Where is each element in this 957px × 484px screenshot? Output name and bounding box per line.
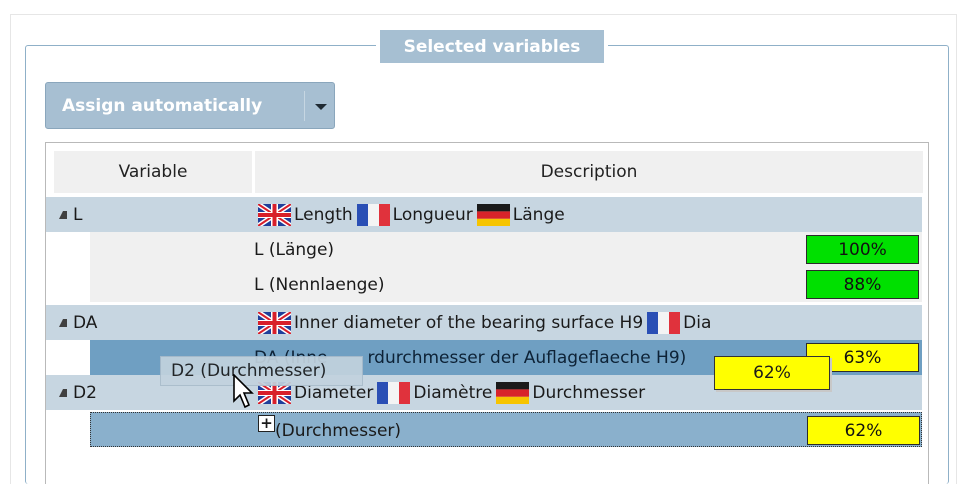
chevron-down-icon[interactable] bbox=[315, 104, 327, 110]
assignment-label: L (Nennlaenge) bbox=[254, 274, 385, 295]
table-row[interactable]: L (Länge) 100% bbox=[90, 232, 922, 267]
uk-flag-icon bbox=[258, 311, 291, 334]
assignment-label: (Durchmesser) bbox=[275, 420, 402, 441]
assign-button-label: Assign automatically bbox=[62, 96, 263, 116]
description-cell: Length Longueur Länge bbox=[254, 197, 565, 232]
fr-flag-icon bbox=[356, 203, 390, 226]
drag-ghost-label: D2 (Durchmesser) bbox=[160, 356, 363, 386]
drag-ghost-percent: 62% bbox=[714, 356, 830, 390]
table-row[interactable]: (Durchmesser) 62% bbox=[90, 412, 922, 447]
table-row[interactable]: DA Inner diameter of the bearing surface… bbox=[46, 305, 922, 340]
assignment-label: L (Länge) bbox=[254, 239, 335, 260]
drag-add-icon: + bbox=[258, 415, 275, 432]
variables-grid[interactable]: Variable Description L Length Longueur L… bbox=[45, 142, 929, 484]
de-flag-icon bbox=[496, 381, 530, 404]
match-percent-badge: 100% bbox=[806, 235, 919, 264]
table-row[interactable]: L Length Longueur Länge bbox=[46, 197, 922, 232]
fr-flag-icon bbox=[647, 311, 681, 334]
variable-name: D2 bbox=[73, 382, 97, 403]
assign-automatically-button[interactable]: Assign automatically bbox=[45, 82, 335, 129]
match-percent-badge: 62% bbox=[807, 416, 920, 445]
variable-name: DA bbox=[73, 312, 98, 333]
match-percent-badge: 88% bbox=[806, 270, 919, 299]
fr-flag-icon bbox=[377, 381, 411, 404]
expand-collapse-icon[interactable] bbox=[59, 211, 67, 219]
column-header-variable[interactable]: Variable bbox=[54, 151, 252, 193]
de-flag-icon bbox=[476, 203, 510, 226]
group-title: Selected variables bbox=[376, 30, 608, 63]
split-separator bbox=[304, 91, 305, 121]
table-row[interactable]: L (Nennlaenge) 88% bbox=[90, 267, 922, 302]
description-cell: Inner diameter of the bearing surface H9… bbox=[254, 305, 800, 340]
mouse-cursor-icon bbox=[233, 374, 254, 409]
expand-collapse-icon[interactable] bbox=[59, 319, 67, 327]
expand-collapse-icon[interactable] bbox=[59, 389, 67, 397]
variable-name: L bbox=[73, 204, 83, 225]
uk-flag-icon bbox=[258, 203, 291, 226]
column-header-description[interactable]: Description bbox=[254, 151, 923, 193]
